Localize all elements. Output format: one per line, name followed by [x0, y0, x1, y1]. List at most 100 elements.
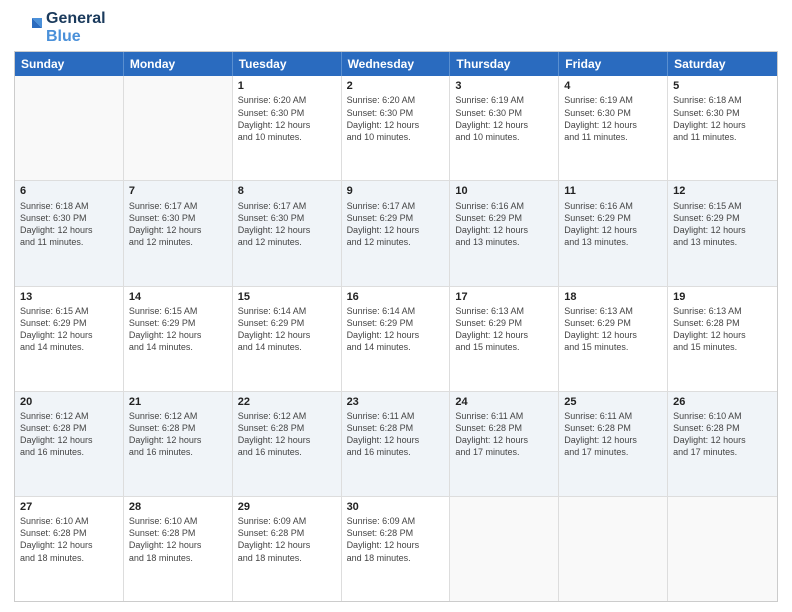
day-info: Sunrise: 6:15 AM Sunset: 6:29 PM Dayligh…	[20, 305, 118, 354]
day-number: 12	[673, 184, 772, 198]
day-number: 9	[347, 184, 445, 198]
day-number: 16	[347, 290, 445, 304]
calendar-day-cell: 14Sunrise: 6:15 AM Sunset: 6:29 PM Dayli…	[124, 287, 233, 391]
day-info: Sunrise: 6:10 AM Sunset: 6:28 PM Dayligh…	[129, 515, 227, 564]
day-info: Sunrise: 6:20 AM Sunset: 6:30 PM Dayligh…	[347, 94, 445, 143]
day-number: 5	[673, 79, 772, 93]
day-info: Sunrise: 6:14 AM Sunset: 6:29 PM Dayligh…	[347, 305, 445, 354]
calendar-day-cell: 16Sunrise: 6:14 AM Sunset: 6:29 PM Dayli…	[342, 287, 451, 391]
calendar-day-cell: 27Sunrise: 6:10 AM Sunset: 6:28 PM Dayli…	[15, 497, 124, 601]
weekday-header: Wednesday	[342, 52, 451, 76]
calendar-day-cell: 23Sunrise: 6:11 AM Sunset: 6:28 PM Dayli…	[342, 392, 451, 496]
calendar-row: 13Sunrise: 6:15 AM Sunset: 6:29 PM Dayli…	[15, 286, 777, 391]
calendar-row: 1 Sunrise: 6:20 AM Sunset: 6:30 PM Daylig…	[15, 76, 777, 180]
calendar-day-cell: 9Sunrise: 6:17 AM Sunset: 6:29 PM Daylig…	[342, 181, 451, 285]
day-info: Sunrise: 6:11 AM Sunset: 6:28 PM Dayligh…	[455, 410, 553, 459]
calendar-day-cell: 12 Sunrise: 6:15 AM Sunset: 6:29 PM Dayli…	[668, 181, 777, 285]
day-number: 25	[564, 395, 662, 409]
day-number: 2	[347, 79, 445, 93]
calendar-day-cell: 26Sunrise: 6:10 AM Sunset: 6:28 PM Dayli…	[668, 392, 777, 496]
day-number: 10	[455, 184, 553, 198]
day-info: Sunrise: 6:13 AM Sunset: 6:29 PM Dayligh…	[564, 305, 662, 354]
weekday-header: Thursday	[450, 52, 559, 76]
day-number: 19	[673, 290, 772, 304]
calendar-empty-cell	[450, 497, 559, 601]
calendar-day-cell: 3Sunrise: 6:19 AM Sunset: 6:30 PM Daylig…	[450, 76, 559, 180]
calendar-day-cell: 1Sunrise: 6:20 AM Sunset: 6:30 PM Daylig…	[233, 76, 342, 180]
day-info: Sunrise: 6:11 AM Sunset: 6:28 PM Dayligh…	[347, 410, 445, 459]
day-number: 21	[129, 395, 227, 409]
day-info: Sunrise: 6:11 AM Sunset: 6:28 PM Dayligh…	[564, 410, 662, 459]
day-number: 30	[347, 500, 445, 514]
day-number: 20	[20, 395, 118, 409]
calendar-day-cell: 25Sunrise: 6:11 AM Sunset: 6:28 PM Dayli…	[559, 392, 668, 496]
calendar-day-cell: 13Sunrise: 6:15 AM Sunset: 6:29 PM Dayli…	[15, 287, 124, 391]
calendar-row: 6 Sunrise: 6:18 AM Sunset: 6:30 PM Daylig…	[15, 180, 777, 285]
day-info: Sunrise: 6:12 AM Sunset: 6:28 PM Dayligh…	[238, 410, 336, 459]
calendar-header: SundayMondayTuesdayWednesdayThursdayFrid…	[15, 52, 777, 76]
page: General Blue SundayMondayTuesdayWednesda…	[0, 0, 792, 612]
weekday-header: Tuesday	[233, 52, 342, 76]
day-info: Sunrise: 6:18 AM Sunset: 6:30 PM Dayligh…	[20, 200, 118, 249]
calendar-body: 1 Sunrise: 6:20 AM Sunset: 6:30 PM Daylig…	[15, 76, 777, 601]
calendar-row: 20Sunrise: 6:12 AM Sunset: 6:28 PM Dayli…	[15, 391, 777, 496]
day-number: 15	[238, 290, 336, 304]
day-info: Sunrise: 6:15 AM Sunset: 6:29 PM Dayligh…	[129, 305, 227, 354]
day-info: Sunrise: 6:09 AM Sunset: 6:28 PM Dayligh…	[238, 515, 336, 564]
day-info: Sunrise: 6:13 AM Sunset: 6:28 PM Dayligh…	[673, 305, 772, 354]
calendar-day-cell: 24Sunrise: 6:11 AM Sunset: 6:28 PM Dayli…	[450, 392, 559, 496]
calendar: SundayMondayTuesdayWednesdayThursdayFrid…	[14, 51, 778, 602]
day-number: 11	[564, 184, 662, 198]
calendar-row: 27Sunrise: 6:10 AM Sunset: 6:28 PM Dayli…	[15, 496, 777, 601]
day-number: 7	[129, 184, 227, 198]
weekday-header: Sunday	[15, 52, 124, 76]
calendar-day-cell: 22Sunrise: 6:12 AM Sunset: 6:28 PM Dayli…	[233, 392, 342, 496]
day-info: Sunrise: 6:19 AM Sunset: 6:30 PM Dayligh…	[564, 94, 662, 143]
calendar-day-cell: 4Sunrise: 6:19 AM Sunset: 6:30 PM Daylig…	[559, 76, 668, 180]
day-info: Sunrise: 6:13 AM Sunset: 6:29 PM Dayligh…	[455, 305, 553, 354]
day-number: 14	[129, 290, 227, 304]
weekday-header: Saturday	[668, 52, 777, 76]
calendar-day-cell: 11 Sunrise: 6:16 AM Sunset: 6:29 PM Dayli…	[559, 181, 668, 285]
calendar-day-cell: 29Sunrise: 6:09 AM Sunset: 6:28 PM Dayli…	[233, 497, 342, 601]
day-info: Sunrise: 6:16 AM Sunset: 6:29 PM Dayligh…	[455, 200, 553, 249]
day-number: 27	[20, 500, 118, 514]
calendar-day-cell: 20Sunrise: 6:12 AM Sunset: 6:28 PM Dayli…	[15, 392, 124, 496]
day-info: Sunrise: 6:14 AM Sunset: 6:29 PM Dayligh…	[238, 305, 336, 354]
day-info: Sunrise: 6:15 AM Sunset: 6:29 PM Dayligh…	[673, 200, 772, 249]
day-number: 24	[455, 395, 553, 409]
calendar-empty-cell	[15, 76, 124, 180]
calendar-empty-cell	[559, 497, 668, 601]
calendar-day-cell: 30Sunrise: 6:09 AM Sunset: 6:28 PM Dayli…	[342, 497, 451, 601]
day-number: 4	[564, 79, 662, 93]
day-number: 1	[238, 79, 336, 93]
calendar-day-cell: 7 Sunrise: 6:17 AM Sunset: 6:30 PM Daylig…	[124, 181, 233, 285]
header: General Blue	[14, 10, 778, 45]
logo-icon	[14, 14, 42, 42]
day-number: 6	[20, 184, 118, 198]
day-number: 26	[673, 395, 772, 409]
day-info: Sunrise: 6:17 AM Sunset: 6:30 PM Dayligh…	[238, 200, 336, 249]
day-info: Sunrise: 6:17 AM Sunset: 6:30 PM Dayligh…	[129, 200, 227, 249]
day-number: 23	[347, 395, 445, 409]
day-number: 3	[455, 79, 553, 93]
calendar-day-cell: 6 Sunrise: 6:18 AM Sunset: 6:30 PM Daylig…	[15, 181, 124, 285]
calendar-day-cell: 5Sunrise: 6:18 AM Sunset: 6:30 PM Daylig…	[668, 76, 777, 180]
calendar-day-cell: 21Sunrise: 6:12 AM Sunset: 6:28 PM Dayli…	[124, 392, 233, 496]
day-info: Sunrise: 6:16 AM Sunset: 6:29 PM Dayligh…	[564, 200, 662, 249]
day-info: Sunrise: 6:19 AM Sunset: 6:30 PM Dayligh…	[455, 94, 553, 143]
day-info: Sunrise: 6:12 AM Sunset: 6:28 PM Dayligh…	[129, 410, 227, 459]
day-number: 8	[238, 184, 336, 198]
calendar-day-cell: 15Sunrise: 6:14 AM Sunset: 6:29 PM Dayli…	[233, 287, 342, 391]
calendar-day-cell: 19Sunrise: 6:13 AM Sunset: 6:28 PM Dayli…	[668, 287, 777, 391]
day-number: 22	[238, 395, 336, 409]
day-number: 17	[455, 290, 553, 304]
day-number: 29	[238, 500, 336, 514]
calendar-day-cell: 2Sunrise: 6:20 AM Sunset: 6:30 PM Daylig…	[342, 76, 451, 180]
day-info: Sunrise: 6:10 AM Sunset: 6:28 PM Dayligh…	[20, 515, 118, 564]
calendar-day-cell: 28Sunrise: 6:10 AM Sunset: 6:28 PM Dayli…	[124, 497, 233, 601]
day-info: Sunrise: 6:09 AM Sunset: 6:28 PM Dayligh…	[347, 515, 445, 564]
day-info: Sunrise: 6:12 AM Sunset: 6:28 PM Dayligh…	[20, 410, 118, 459]
calendar-day-cell: 8 Sunrise: 6:17 AM Sunset: 6:30 PM Daylig…	[233, 181, 342, 285]
logo-text: General Blue	[46, 10, 106, 45]
